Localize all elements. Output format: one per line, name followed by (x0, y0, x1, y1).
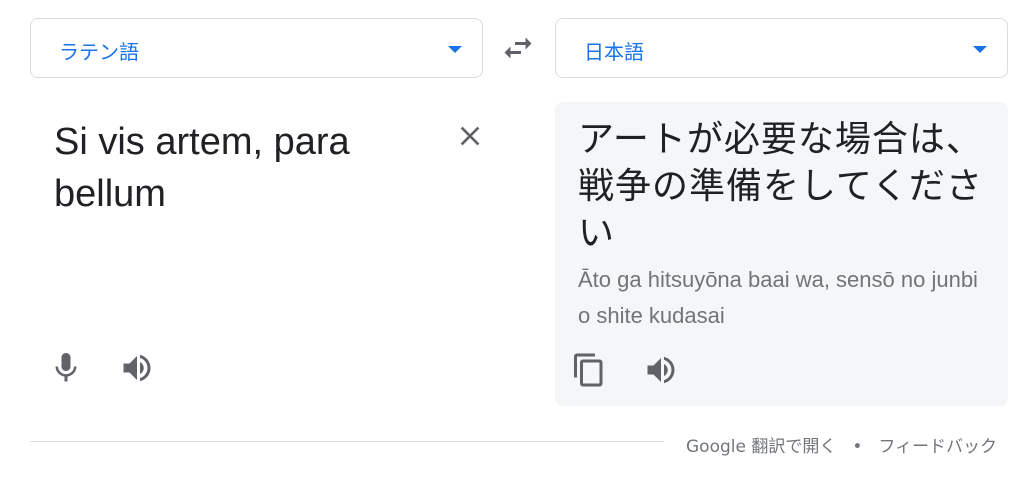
speaker-icon (647, 356, 675, 384)
chevron-down-icon (448, 46, 462, 53)
clear-text-button[interactable] (454, 120, 486, 152)
swap-icon (504, 37, 532, 59)
source-language-label: ラテン語 (59, 40, 139, 64)
close-icon (460, 126, 480, 146)
microphone-icon (55, 353, 77, 382)
voice-input-button[interactable] (48, 350, 84, 386)
translated-text: アートが必要な場合は、戦争の準備をしてください (578, 119, 983, 254)
target-language-label: 日本語 (584, 40, 644, 64)
feedback-link[interactable]: フィードバック (878, 432, 997, 457)
target-language-select[interactable]: 日本語 (555, 18, 1008, 78)
open-in-google-translate-link[interactable]: Google 翻訳で開く (686, 432, 836, 457)
speaker-icon (123, 354, 151, 382)
source-text-input[interactable]: Si vis artem, para bellum (54, 116, 414, 220)
listen-source-button[interactable] (119, 350, 155, 386)
translation-panel: アートが必要な場合は、戦争の準備をしてください Āto ga hitsuyōna… (555, 102, 1008, 406)
copy-translation-button[interactable] (571, 352, 607, 388)
swap-languages-button[interactable] (500, 30, 536, 66)
copy-icon (574, 353, 603, 387)
source-language-select[interactable]: ラテン語 (30, 18, 483, 78)
footer-divider (30, 441, 664, 442)
romanization-text: Āto ga hitsuyōna baai wa, sensō no junbi… (578, 267, 978, 328)
footer-links: Google 翻訳で開く • フィードバック (686, 432, 997, 457)
chevron-down-icon (973, 46, 987, 53)
source-panel: Si vis artem, para bellum (30, 100, 483, 406)
listen-translation-button[interactable] (643, 352, 679, 388)
footer-separator: • (852, 437, 863, 457)
